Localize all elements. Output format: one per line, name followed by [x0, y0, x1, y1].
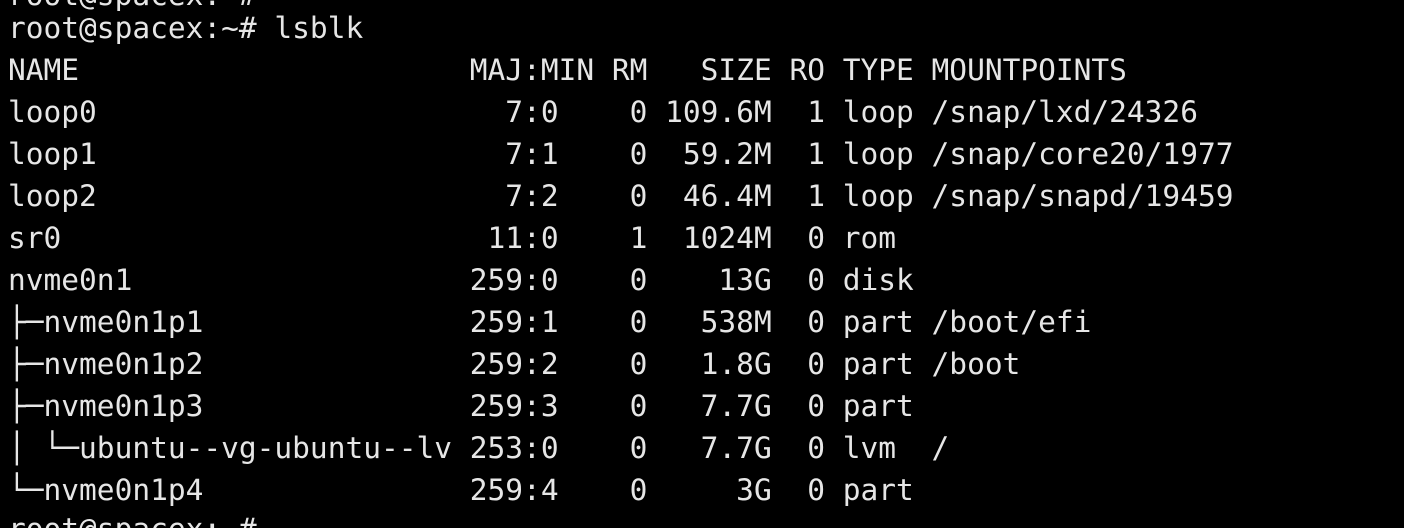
next-prompt-line: root@spacex:~#	[8, 508, 257, 528]
command-line: root@spacex:~# lsblk	[8, 11, 364, 45]
lsblk-row-nvme0n1p4: └─nvme0n1p4 259:4 0 3G 0 part	[8, 473, 914, 507]
lsblk-header: NAME MAJ:MIN RM SIZE RO TYPE MOUNTPOINTS	[8, 53, 1127, 87]
lsblk-row-nvme0n1p2: ├─nvme0n1p2 259:2 0 1.8G 0 part /boot	[8, 347, 1021, 381]
lsblk-row-loop0: loop0 7:0 0 109.6M 1 loop /snap/lxd/2432…	[8, 95, 1198, 129]
lsblk-row-loop2: loop2 7:2 0 46.4M 1 loop /snap/snapd/194…	[8, 179, 1234, 213]
lsblk-row-nvme0n1p3: ├─nvme0n1p3 259:3 0 7.7G 0 part	[8, 389, 914, 423]
lsblk-output: loop0 7:0 0 109.6M 1 loop /snap/lxd/2432…	[0, 91, 1233, 511]
lsblk-row-nvme0n1: nvme0n1 259:0 0 13G 0 disk	[8, 263, 914, 297]
lsblk-row-sr0: sr0 11:0 1 1024M 0 rom	[8, 221, 897, 255]
terminal-window[interactable]: root@spacex:~# root@spacex:~# lsblk NAME…	[0, 0, 1404, 528]
lsblk-row-ubuntu-lv: │ └─ubuntu--vg-ubuntu--lv 253:0 0 7.7G 0…	[8, 431, 950, 465]
lsblk-row-loop1: loop1 7:1 0 59.2M 1 loop /snap/core20/19…	[8, 137, 1234, 171]
lsblk-row-nvme0n1p1: ├─nvme0n1p1 259:1 0 538M 0 part /boot/ef…	[8, 305, 1092, 339]
